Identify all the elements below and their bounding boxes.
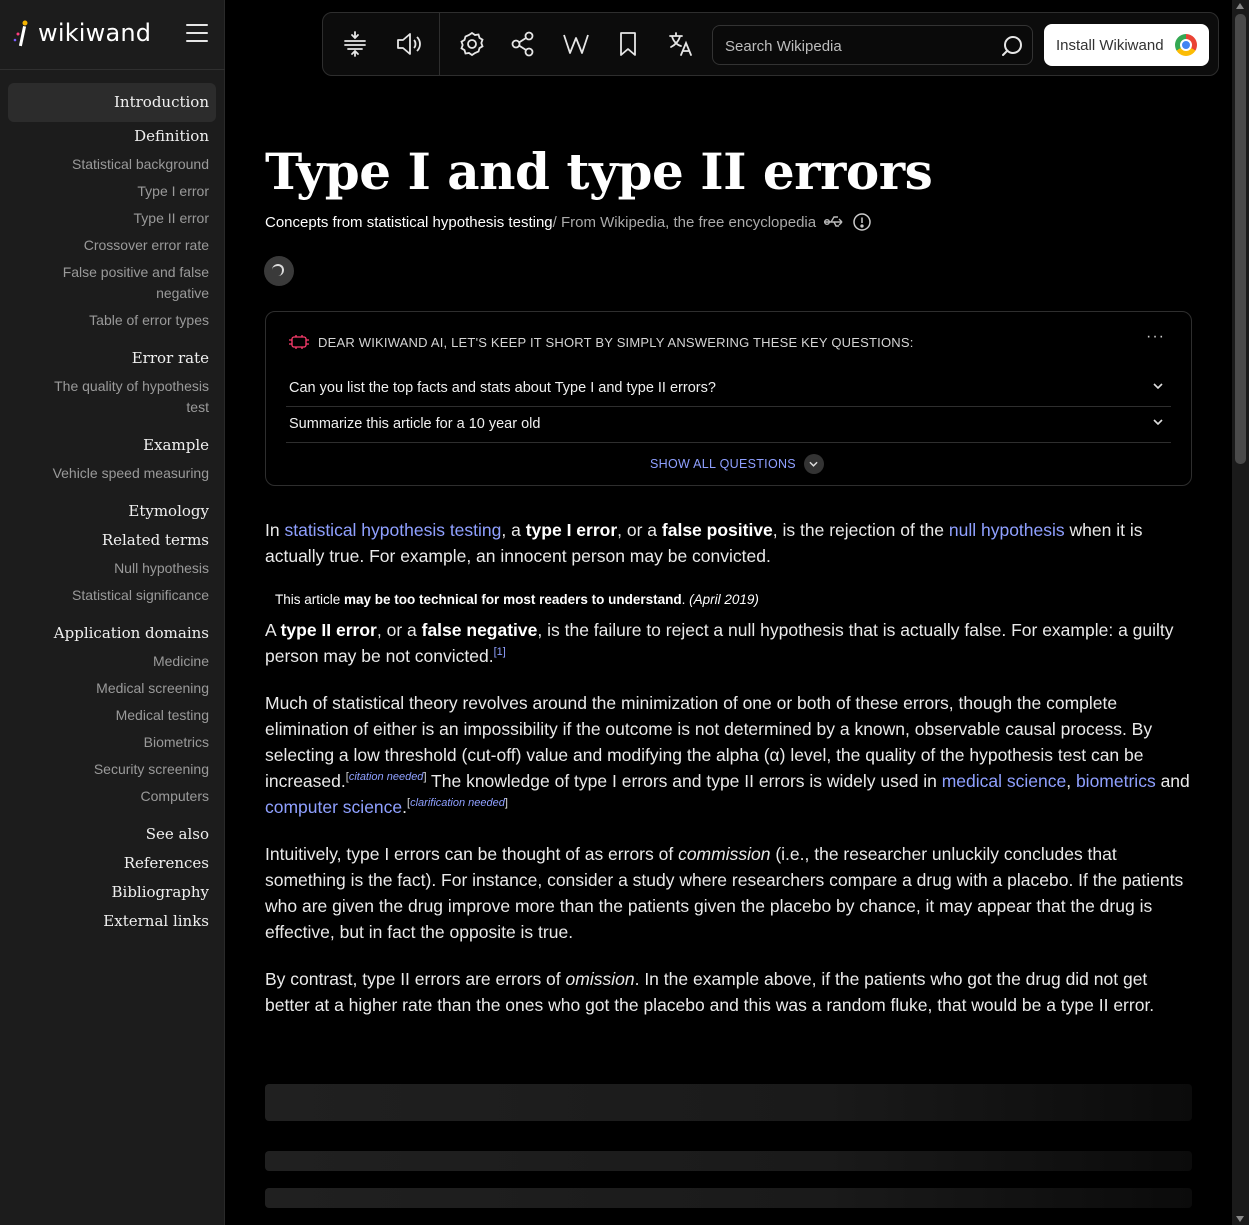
chevron-down-icon: [803, 454, 824, 474]
logo-text: wikiwand: [38, 19, 152, 47]
more-options-icon[interactable]: ···: [1146, 328, 1165, 346]
loading-skeleton: [265, 1151, 1192, 1171]
logo-row: wikiwand: [0, 0, 225, 70]
toc-item-external-links[interactable]: External links: [8, 907, 216, 936]
reference-link[interactable]: [1]: [494, 646, 506, 658]
toc-item-biometrics[interactable]: Biometrics: [8, 729, 216, 756]
toc-item-vehicle-speed-measuring[interactable]: Vehicle speed measuring: [8, 460, 216, 487]
bookmark-icon[interactable]: [614, 30, 642, 58]
install-button-label: Install Wikiwand: [1056, 36, 1164, 54]
ai-question-2[interactable]: Summarize this article for a 10 year old: [286, 407, 1171, 443]
link-medical-science[interactable]: medical science: [942, 771, 1067, 791]
paragraph-4: Intuitively, type I errors can be though…: [265, 844, 1184, 942]
sidebar: wikiwand Introduction Definition Statistic…: [0, 0, 225, 1225]
technical-notice: This article may be too technical for mo…: [275, 592, 759, 607]
chevron-down-icon: [1153, 383, 1163, 389]
table-of-contents: Introduction Definition Statistical backgr…: [8, 83, 216, 936]
chevron-down-icon: [1153, 419, 1163, 425]
toc-item-example[interactable]: Example: [8, 431, 216, 460]
toc-item-statistical-significance[interactable]: Statistical significance: [8, 582, 216, 609]
paragraph-2: A type II error, or a false negative, is…: [265, 620, 1174, 666]
wikipedia-w-icon[interactable]: [562, 30, 590, 58]
toc-item-see-also[interactable]: See also: [8, 820, 216, 849]
wikiwand-logo[interactable]: wikiwand: [12, 18, 151, 48]
toc-item-etymology[interactable]: Etymology: [8, 497, 216, 526]
share-icon[interactable]: [509, 30, 537, 58]
translate-icon[interactable]: [667, 30, 695, 58]
toolbar: Install Wikiwand: [322, 12, 1219, 76]
toc-item-security-screening[interactable]: Security screening: [8, 756, 216, 783]
ai-question-1[interactable]: Can you list the top facts and stats abo…: [286, 371, 1171, 407]
text-width-icon[interactable]: [341, 30, 369, 58]
hamburger-menu-icon[interactable]: [186, 24, 208, 42]
info-icon[interactable]: [852, 212, 872, 232]
scroll-down-arrow-icon[interactable]: [1236, 1216, 1244, 1222]
chrome-icon: [1175, 34, 1197, 56]
paragraph-1: In statistical hypothesis testing, a typ…: [265, 520, 1143, 566]
show-all-questions-button[interactable]: SHOW ALL QUESTIONS: [650, 454, 824, 474]
settings-gear-icon[interactable]: [458, 30, 486, 58]
ai-question-text: Can you list the top facts and stats abo…: [289, 380, 716, 396]
ai-heading-text: DEAR WIKIWAND AI, LET'S KEEP IT SHORT BY…: [318, 334, 914, 350]
toc-item-false-positive-and-false-negative[interactable]: False positive and false negative: [8, 259, 216, 307]
citation-needed-link[interactable]: citation needed: [349, 771, 424, 783]
paragraph-3: Much of statistical theory revolves arou…: [265, 693, 1190, 817]
toc-item-type-i-error[interactable]: Type I error: [8, 178, 216, 205]
subtitle-description: Concepts from statistical hypothesis tes…: [265, 213, 553, 231]
loading-skeleton: [265, 1188, 1192, 1208]
link-biometrics[interactable]: biometrics: [1076, 771, 1156, 791]
toc-item-medical-testing[interactable]: Medical testing: [8, 702, 216, 729]
toc-item-crossover-error-rate[interactable]: Crossover error rate: [8, 232, 216, 259]
paragraph-5: By contrast, type II errors are errors o…: [265, 969, 1155, 1015]
scroll-up-arrow-icon[interactable]: [1236, 3, 1244, 9]
toc-item-null-hypothesis[interactable]: Null hypothesis: [8, 555, 216, 582]
article-content: In statistical hypothesis testing, a typ…: [265, 517, 1192, 1039]
search-icon[interactable]: [1000, 34, 1024, 58]
speaker-icon[interactable]: [395, 30, 423, 58]
page-title: Type I and type II errors: [265, 142, 933, 201]
toolbar-divider: [439, 13, 440, 75]
scroll-thumb[interactable]: [1235, 14, 1246, 464]
search-box: [712, 25, 1033, 66]
toc-item-medical-screening[interactable]: Medical screening: [8, 675, 216, 702]
toc-item-error-rate[interactable]: Error rate: [8, 344, 216, 373]
install-wikiwand-button[interactable]: Install Wikiwand: [1044, 24, 1209, 66]
toc-item-related-terms[interactable]: Related terms: [8, 526, 216, 555]
toc-item-application-domains[interactable]: Application domains: [8, 619, 216, 648]
ai-question-text: Summarize this article for a 10 year old: [289, 416, 541, 432]
link-statistical-hypothesis-testing[interactable]: statistical hypothesis testing: [284, 520, 501, 540]
article-subtitle: Concepts from statistical hypothesis tes…: [265, 212, 872, 232]
search-input[interactable]: [723, 26, 997, 66]
subtitle-source: / From Wikipedia, the free encyclopedia: [552, 213, 817, 231]
wikiwand-wand-icon: [13, 20, 28, 47]
link-computer-science[interactable]: computer science: [265, 797, 402, 817]
toc-item-table-of-error-types[interactable]: Table of error types: [8, 307, 216, 334]
ai-questions-box: DEAR WIKIWAND AI, LET'S KEEP IT SHORT BY…: [265, 311, 1192, 486]
toc-item-computers[interactable]: Computers: [8, 783, 216, 810]
toc-item-definition[interactable]: Definition: [8, 122, 216, 151]
link-null-hypothesis[interactable]: null hypothesis: [949, 520, 1065, 540]
toc-item-statistical-background[interactable]: Statistical background: [8, 151, 216, 178]
show-all-label: SHOW ALL QUESTIONS: [650, 457, 796, 471]
toc-item-medicine[interactable]: Medicine: [8, 648, 216, 675]
toc-item-references[interactable]: References: [8, 849, 216, 878]
toc-item-type-ii-error[interactable]: Type II error: [8, 205, 216, 232]
clarification-needed-link[interactable]: clarification needed: [410, 797, 505, 809]
toc-item-the-quality-of-hypothesis-test[interactable]: The quality of hypothesis test: [8, 373, 216, 421]
scrollbar[interactable]: [1232, 0, 1249, 1225]
loading-skeleton: [265, 1084, 1192, 1121]
ai-heading: DEAR WIKIWAND AI, LET'S KEEP IT SHORT BY…: [288, 334, 914, 350]
usb-connect-icon[interactable]: [822, 212, 846, 232]
toc-item-bibliography[interactable]: Bibliography: [8, 878, 216, 907]
chip-icon: [289, 335, 309, 349]
toc-item-introduction[interactable]: Introduction: [8, 83, 216, 122]
loading-spinner: [264, 256, 294, 286]
